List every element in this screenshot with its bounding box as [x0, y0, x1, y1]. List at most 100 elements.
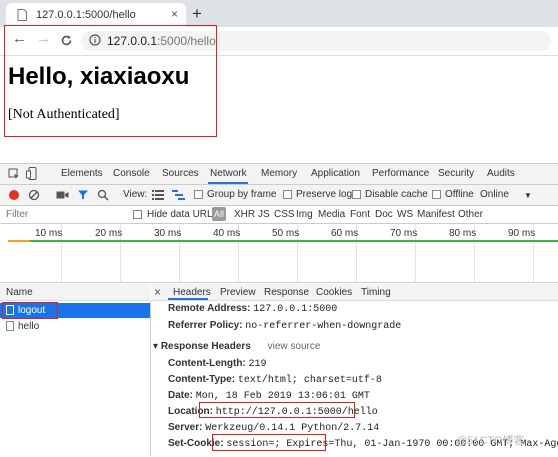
- response-header-row: Content-Type: text/html; charset=utf-8: [168, 374, 382, 386]
- timeline-tick: 70 ms: [390, 228, 418, 239]
- tab-audits[interactable]: Audits: [487, 168, 515, 179]
- view-source-link[interactable]: view source: [268, 341, 321, 352]
- device-toolbar-icon[interactable]: [26, 167, 38, 180]
- header-value: text/html; charset=utf-8: [237, 375, 382, 386]
- tab-timing[interactable]: Timing: [361, 287, 391, 298]
- timeline-tick: 10 ms: [35, 228, 63, 239]
- request-name: hello: [18, 321, 40, 332]
- search-icon[interactable]: [97, 189, 109, 201]
- section-title: Response Headers: [160, 341, 251, 352]
- filter-img[interactable]: Img: [296, 209, 313, 220]
- hide-data-urls-label: Hide data URLs: [147, 209, 218, 220]
- filter-other[interactable]: Other: [458, 209, 483, 220]
- tab-performance[interactable]: Performance: [372, 168, 429, 179]
- tab-elements[interactable]: Elements: [61, 168, 103, 179]
- header-key: Server:: [168, 422, 203, 433]
- header-key: Content-Length:: [168, 358, 246, 369]
- filter-all[interactable]: All: [212, 207, 226, 221]
- view-label: View:: [123, 189, 148, 200]
- group-by-frame-checkbox[interactable]: [194, 190, 203, 199]
- request-list-header: Name: [0, 284, 150, 301]
- highlight-box-logout: [2, 302, 58, 319]
- header-value: Mon, 18 Feb 2019 13:06:01 GMT: [195, 391, 370, 402]
- remote-address-row: Remote Address: 127.0.0.1:5000: [168, 303, 337, 315]
- throttling-dropdown-icon[interactable]: ▼: [524, 191, 532, 200]
- screenshot-camera-icon[interactable]: [56, 190, 69, 200]
- tab-sources[interactable]: Sources: [162, 168, 199, 179]
- active-detail-tab-indicator: [168, 298, 208, 300]
- timeline-tick: 80 ms: [449, 228, 477, 239]
- highlight-box-page: [4, 25, 217, 137]
- timeline-tick: 60 ms: [331, 228, 359, 239]
- details-tabbar: × Headers Preview Response Cookies Timin…: [151, 284, 558, 301]
- large-rows-icon[interactable]: [152, 190, 164, 200]
- timeline-bar-logout: [8, 240, 30, 242]
- tab-title: 127.0.0.1:5000/hello: [36, 9, 136, 21]
- active-tab-indicator: [208, 182, 248, 184]
- filter-xhr[interactable]: XHR: [234, 209, 255, 220]
- preserve-log-checkbox[interactable]: [283, 190, 292, 199]
- filter-media[interactable]: Media: [318, 209, 345, 220]
- filter-doc[interactable]: Doc: [375, 209, 393, 220]
- preserve-log-label: Preserve log: [296, 189, 353, 200]
- timeline-tick: 50 ms: [272, 228, 300, 239]
- filter-js[interactable]: JS: [258, 209, 270, 220]
- highlight-box-location: [199, 402, 355, 418]
- tab-response[interactable]: Response: [264, 287, 309, 298]
- filter-icon[interactable]: [77, 189, 89, 201]
- request-list: logout hello: [0, 301, 151, 456]
- header-key: Referrer Policy:: [168, 320, 243, 331]
- new-tab-button[interactable]: +: [192, 4, 202, 24]
- clear-icon[interactable]: [28, 189, 40, 201]
- referrer-policy-row: Referrer Policy: no-referrer-when-downgr…: [168, 320, 401, 332]
- header-value: 127.0.0.1:5000: [253, 304, 338, 315]
- timeline-tick: 90 ms: [508, 228, 536, 239]
- tab-headers[interactable]: Headers: [173, 287, 211, 298]
- filter-bar: Hide data URLs XHR JS CSS Img Media Font…: [0, 206, 558, 224]
- collapse-triangle-icon[interactable]: ▾: [153, 341, 158, 352]
- response-header-row: Content-Length: 219: [168, 358, 267, 370]
- inspect-element-icon[interactable]: [8, 168, 20, 180]
- filter-manifest[interactable]: Manifest: [417, 209, 455, 220]
- header-key: Date:: [168, 390, 194, 401]
- offline-label: Offline: [445, 189, 474, 200]
- close-details-icon[interactable]: ×: [154, 285, 161, 299]
- highlight-box-set-cookie: [212, 434, 326, 451]
- tab-network[interactable]: Network: [210, 168, 247, 179]
- hide-data-urls-checkbox[interactable]: [133, 210, 142, 219]
- tab-security[interactable]: Security: [438, 168, 474, 179]
- tab-application[interactable]: Application: [311, 168, 360, 179]
- file-icon: [6, 321, 14, 331]
- timeline-tick: 30 ms: [154, 228, 182, 239]
- tab-preview[interactable]: Preview: [220, 287, 256, 298]
- close-tab-icon[interactable]: ×: [171, 7, 178, 21]
- throttling-select[interactable]: Online: [480, 189, 509, 200]
- response-header-row: Server: Werkzeug/0.14.1 Python/2.7.14: [168, 422, 379, 434]
- tab-memory[interactable]: Memory: [261, 168, 297, 179]
- record-icon[interactable]: [9, 190, 19, 200]
- timeline-tick: 40 ms: [213, 228, 241, 239]
- header-value: 219: [248, 359, 267, 370]
- response-headers-section[interactable]: ▾ Response Headers view source: [153, 341, 320, 352]
- offline-checkbox[interactable]: [432, 190, 441, 199]
- name-column-header[interactable]: Name: [6, 287, 33, 298]
- timeline-bar-hello: [30, 240, 558, 242]
- disable-cache-checkbox[interactable]: [352, 190, 361, 199]
- waterfall-icon[interactable]: [172, 190, 185, 200]
- filter-input[interactable]: [2, 207, 130, 221]
- header-value: no-referrer-when-downgrade: [245, 321, 402, 332]
- header-key: Content-Type:: [168, 374, 236, 385]
- tab-cookies[interactable]: Cookies: [316, 287, 352, 298]
- response-header-row: Date: Mon, 18 Feb 2019 13:06:01 GMT: [168, 390, 370, 402]
- timeline-tick: 20 ms: [95, 228, 123, 239]
- disable-cache-label: Disable cache: [365, 189, 428, 200]
- watermark-text: @51CTO博客: [456, 435, 525, 447]
- tab-console[interactable]: Console: [113, 168, 150, 179]
- browser-tab[interactable]: 127.0.0.1:5000/hello ×: [6, 3, 186, 27]
- request-row-hello[interactable]: hello: [0, 319, 150, 334]
- filter-font[interactable]: Font: [350, 209, 370, 220]
- header-key: Remote Address:: [168, 303, 251, 314]
- header-value: Werkzeug/0.14.1 Python/2.7.14: [205, 423, 380, 434]
- filter-ws[interactable]: WS: [397, 209, 413, 220]
- filter-css[interactable]: CSS: [274, 209, 295, 220]
